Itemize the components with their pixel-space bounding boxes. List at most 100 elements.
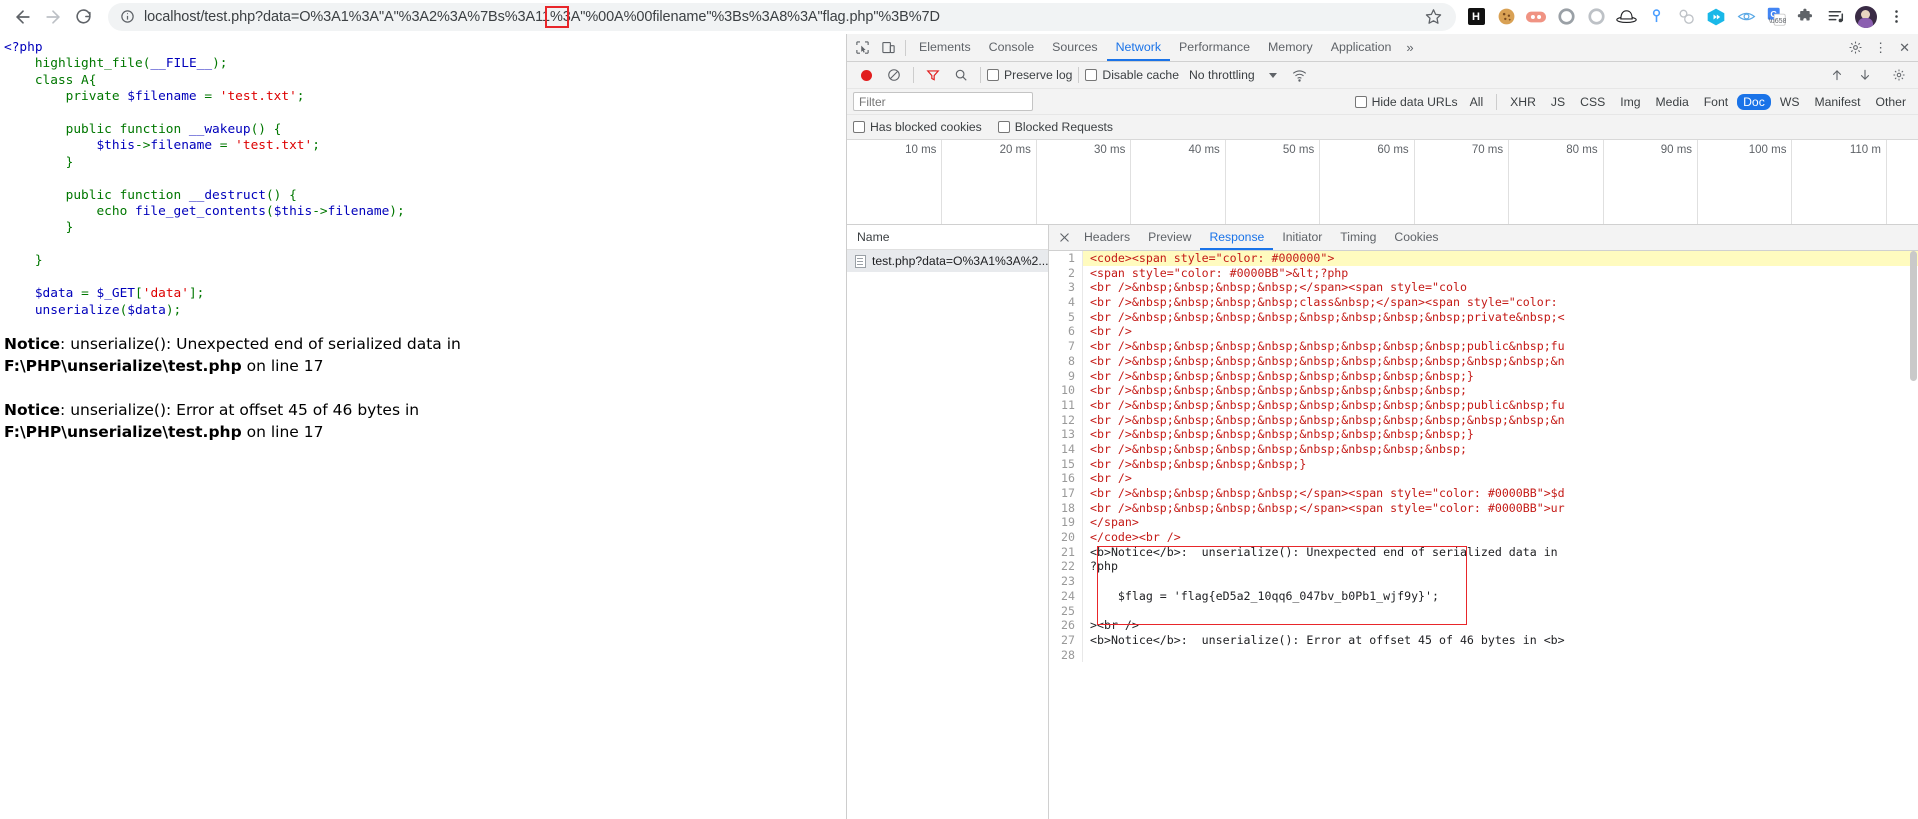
filter-type-js[interactable]: JS [1545,94,1571,110]
close-response-icon[interactable] [1053,227,1075,249]
reading-list-icon[interactable] [1822,3,1850,31]
devtools-tab-network[interactable]: Network [1107,34,1170,61]
inspect-element-icon[interactable] [849,35,875,61]
blackhat-extension-icon[interactable] [1612,3,1640,31]
devtools-tab-elements[interactable]: Elements [910,34,980,61]
site-info-icon[interactable] [118,8,136,26]
line-content: <br />&nbsp;&nbsp;&nbsp;&nbsp;</span><sp… [1090,500,1565,515]
filter-type-doc[interactable]: Doc [1737,93,1771,110]
url-text[interactable]: localhost/test.php?data=O%3A1%3A"A"%3A2%… [144,9,1422,25]
response-code-line: 1 <code><span style="color: #000000"> [1049,251,1918,266]
response-tab-initiator[interactable]: Initiator [1273,225,1331,250]
bookmark-star-icon[interactable] [1422,6,1444,28]
response-tab-headers[interactable]: Headers [1075,225,1139,250]
filter-type-media[interactable]: Media [1650,94,1695,110]
line-number: 7 [1049,339,1083,354]
search-icon[interactable] [948,62,974,88]
puzzle-extensions-icon[interactable] [1792,3,1820,31]
line-number: 24 [1049,588,1083,604]
filter-type-font[interactable]: Font [1698,94,1734,110]
devtools-tab-memory[interactable]: Memory [1259,34,1322,61]
response-tab-response[interactable]: Response [1200,225,1273,250]
line-content: <br />&nbsp;&nbsp;&nbsp;&nbsp;} [1090,456,1307,471]
filter-type-manifest[interactable]: Manifest [1808,94,1866,110]
line-content: <b>Notice</b>: unserialize(): Unexpected… [1090,544,1558,559]
address-bar[interactable]: localhost/test.php?data=O%3A1%3A"A"%3A2%… [108,2,1456,31]
device-toolbar-icon[interactable] [875,35,901,61]
molecule-extension-icon[interactable] [1672,3,1700,31]
timeline-gridline [941,140,943,224]
code-token: file_get_contents [134,204,266,220]
line-number: 12 [1049,412,1083,428]
devtools-tab-sources[interactable]: Sources [1043,34,1106,61]
response-body[interactable]: 1 <code><span style="color: #000000"> 2 <sp… [1049,251,1918,819]
throttling-dropdown[interactable]: No throttling [1189,68,1255,82]
filter-type-xhr[interactable]: XHR [1504,94,1542,110]
line-number: 4 [1049,295,1083,310]
forward-button[interactable] [38,2,68,32]
profile-avatar[interactable] [1852,3,1880,31]
filter-type-ws[interactable]: WS [1774,94,1806,110]
reload-button[interactable] [68,2,98,32]
cube-extension-icon[interactable] [1702,3,1730,31]
filter-type-css[interactable]: CSS [1574,94,1611,110]
notice-file: F:\PHP\unserialize\test.php [4,422,242,441]
code-token: $filename [127,89,205,105]
code-line: highlight_file(__FILE__); [4,56,845,72]
circle-gray-extension-icon[interactable] [1552,3,1580,31]
network-conditions-icon[interactable] [1287,62,1313,88]
filter-type-other[interactable]: Other [1870,94,1912,110]
devtools-tab-performance[interactable]: Performance [1170,34,1259,61]
circle-gray2-extension-icon[interactable] [1582,3,1610,31]
filter-input[interactable] [853,92,1033,111]
chrome-menu-icon[interactable] [1882,3,1910,31]
preserve-log-box[interactable] [987,69,999,81]
cookie-editor-extension-icon[interactable] [1492,3,1520,31]
timeline-tick-label: 40 ms [1188,144,1220,156]
code-token: = [219,138,236,154]
clear-network-log-icon[interactable] [881,62,907,88]
has-blocked-cookies-checkbox[interactable]: Has blocked cookies [853,120,982,134]
import-har-icon[interactable] [1824,62,1850,88]
line-content: </code><br /> [1090,530,1181,545]
has-blocked-cookies-box[interactable] [853,121,865,133]
gear-icon[interactable] [1842,35,1868,61]
filter-type-all[interactable]: All [1464,94,1490,110]
hide-data-urls-box[interactable] [1354,95,1367,108]
table-row[interactable]: test.php?data=O%3A1%3A%2... [847,250,1048,272]
response-tab-preview[interactable]: Preview [1139,225,1200,250]
firefox-relay-extension-icon[interactable] [1522,3,1550,31]
blocked-requests-checkbox[interactable]: Blocked Requests [997,120,1113,134]
export-har-icon[interactable] [1852,62,1878,88]
hide-data-urls-checkbox[interactable]: Hide data URLs [1354,95,1458,109]
network-settings-icon[interactable] [1886,62,1912,88]
line-number: 21 [1049,544,1083,560]
response-scrollbar-thumb[interactable] [1910,251,1917,381]
hackbar-extension-icon[interactable]: H [1462,3,1490,31]
google-translate-extension-icon[interactable]: G \u6587 [1762,3,1790,31]
line-number: 16 [1049,471,1083,486]
throttling-caret-icon[interactable] [1268,72,1277,78]
location-pin-extension-icon[interactable] [1642,3,1670,31]
notice-line: on line 17 [241,356,324,375]
devtools-tab-console[interactable]: Console [980,34,1043,61]
disable-cache-checkbox[interactable]: Disable cache [1085,68,1179,82]
devtools-menu-icon[interactable]: ⋮ [1868,40,1893,56]
eye-extension-icon[interactable] [1732,3,1760,31]
filter-funnel-icon[interactable] [920,62,946,88]
notice-file: F:\PHP\unserialize\test.php [4,356,242,375]
record-button[interactable] [853,62,879,88]
preserve-log-checkbox[interactable]: Preserve log [987,68,1072,82]
disable-cache-box[interactable] [1085,69,1098,81]
devtools-tab-application[interactable]: Application [1322,34,1401,61]
blocked-requests-box[interactable] [997,121,1010,133]
back-button[interactable] [8,2,38,32]
more-tabs-icon[interactable]: » [1400,40,1419,55]
code-token: [ [135,286,143,302]
response-tab-timing[interactable]: Timing [1331,225,1385,250]
close-devtools-icon[interactable]: ✕ [1893,40,1916,56]
filter-type-img[interactable]: Img [1614,94,1646,110]
response-tab-cookies[interactable]: Cookies [1385,225,1447,250]
